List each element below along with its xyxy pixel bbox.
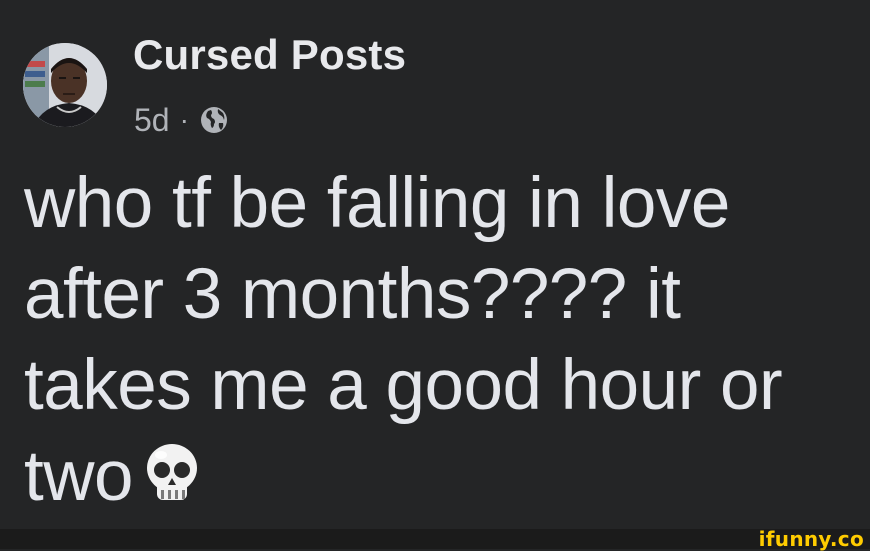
author-name[interactable]: Cursed Posts [133,31,406,78]
post-timestamp[interactable]: 5d [134,104,170,136]
author-avatar[interactable] [23,43,107,127]
meta-separator: · [179,104,189,135]
post-line: two [24,437,134,516]
watermark-bar: ifunny.co [0,527,870,551]
post-line-last: two [24,431,864,522]
skull-emoji-icon [139,437,205,503]
post-line: after 3 months???? it [24,255,681,334]
facebook-post: Cursed Posts 5d · who tf be falling in l… [0,0,870,529]
post-meta: 5d · [134,104,229,136]
avatar-image [23,43,107,127]
ifunny-watermark: ifunny.co [758,527,864,551]
post-line: who tf be falling in love [24,164,730,243]
post-body: who tf be falling in love after 3 months… [24,158,864,522]
globe-icon[interactable] [199,105,229,135]
post-line: takes me a good hour or [24,346,783,425]
